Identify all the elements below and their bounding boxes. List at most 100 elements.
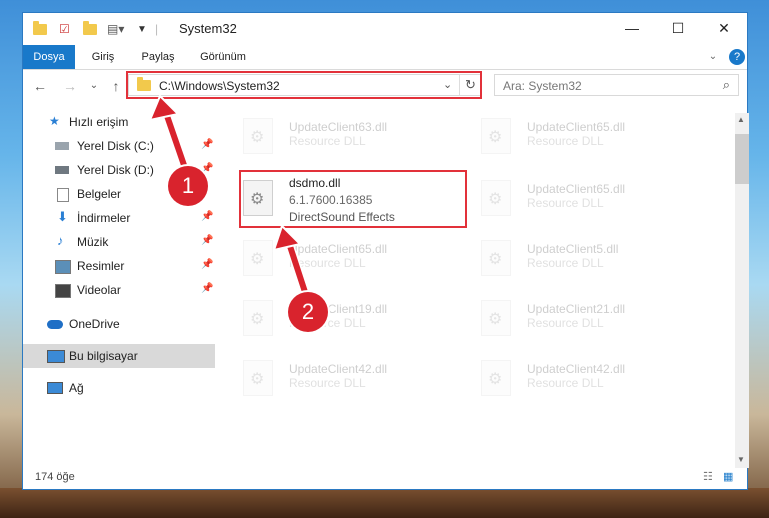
scroll-up-icon[interactable]: ▲ xyxy=(737,115,745,124)
list-item[interactable]: UpdateClient63.dll Resource DLL xyxy=(221,112,451,158)
star-icon: ★ xyxy=(49,114,60,128)
sidebar-item-downloads[interactable]: ⬇ İndirmeler 📌 xyxy=(23,206,215,230)
video-icon xyxy=(55,284,71,298)
recent-locations-icon[interactable]: ⌄ xyxy=(85,77,103,95)
tab-file[interactable]: Dosya xyxy=(23,45,75,69)
back-arrow-icon[interactable]: ← xyxy=(31,77,49,95)
title-separator: | xyxy=(155,22,159,36)
window-title: System32 xyxy=(179,21,237,36)
pin-icon[interactable]: 📌 xyxy=(201,211,213,222)
sidebar-item-label: Yerel Disk (C:) xyxy=(77,139,154,153)
close-button[interactable]: ✕ xyxy=(701,13,747,43)
file-name: UpdateClient63.dll xyxy=(289,120,388,134)
file-highlight xyxy=(239,170,467,228)
pin-icon[interactable]: 📌 xyxy=(201,283,213,294)
cloud-icon xyxy=(47,320,63,329)
file-description: Resource DLL xyxy=(289,376,366,390)
list-item[interactable]: UpdateClient65.dll Resource DLL xyxy=(459,112,689,158)
ribbon-tabs: Dosya Giriş Paylaş Görünüm ⌄ ? xyxy=(23,45,747,70)
sidebar-item-onedrive[interactable]: OneDrive xyxy=(23,312,215,336)
file-description: Resource DLL xyxy=(527,376,604,390)
sidebar-item-pictures[interactable]: Resimler 📌 xyxy=(23,254,215,278)
sidebar-item-label: Yerel Disk (D:) xyxy=(77,163,154,177)
help-icon[interactable]: ? xyxy=(729,49,745,65)
pin-icon[interactable]: 📌 xyxy=(201,139,213,150)
desktop-background xyxy=(0,488,769,518)
list-item[interactable]: UpdateClient42.dll Resource DLL xyxy=(221,354,451,400)
file-description: Resource DLL xyxy=(527,196,604,210)
file-name: UpdateClient65.dll xyxy=(289,242,388,256)
sidebar-item-label: Müzik xyxy=(77,235,109,249)
customize-toolbar-icon[interactable]: ▤▾ xyxy=(107,21,124,37)
up-arrow-icon[interactable]: ↑ xyxy=(107,77,125,95)
pin-icon[interactable]: 📌 xyxy=(201,235,213,246)
sidebar-item-label: Videolar xyxy=(77,283,121,297)
maximize-button[interactable]: ☐ xyxy=(655,13,701,43)
large-icons-view-icon[interactable]: ▦ xyxy=(723,470,733,483)
file-description: Resource DLL xyxy=(527,256,604,270)
dll-file-icon xyxy=(481,360,511,396)
dll-file-icon xyxy=(243,300,273,336)
network-icon xyxy=(47,382,63,394)
dll-file-icon xyxy=(243,240,273,276)
list-item[interactable]: UpdateClient65.dll Resource DLL xyxy=(221,234,451,280)
file-name: UpdateClient65.dll xyxy=(527,182,626,196)
new-folder-icon[interactable] xyxy=(83,20,97,37)
sidebar-item-label: Resimler xyxy=(77,259,125,273)
dll-file-icon xyxy=(481,240,511,276)
sidebar-item-this-pc[interactable]: Bu bilgisayar xyxy=(23,344,215,368)
tab-home[interactable]: Giriş xyxy=(83,45,123,69)
sidebar-item-music[interactable]: ♪ Müzik 📌 xyxy=(23,230,215,254)
search-input[interactable]: Ara: System32 ⌕ xyxy=(494,74,739,96)
sidebar-item-label: OneDrive xyxy=(69,317,120,331)
dll-file-icon xyxy=(243,360,273,396)
properties-icon[interactable]: ☑ xyxy=(59,21,70,37)
minimize-button[interactable]: — xyxy=(609,13,655,43)
list-item[interactable]: UpdateClient65.dll Resource DLL xyxy=(459,174,689,220)
sidebar-item-label: Ağ xyxy=(69,381,84,395)
dll-file-icon xyxy=(481,180,511,216)
sidebar-item-label: İndirmeler xyxy=(77,211,131,225)
search-icon[interactable]: ⌕ xyxy=(723,77,730,93)
sidebar-item-local-disk-c[interactable]: Yerel Disk (C:) 📌 xyxy=(23,134,215,158)
status-bar: 174 öğe ☷ ▦ xyxy=(23,467,747,489)
dll-file-icon xyxy=(481,300,511,336)
list-item[interactable]: UpdateClient42.dll Resource DLL xyxy=(459,354,689,400)
dll-file-icon xyxy=(243,118,273,154)
drive-icon xyxy=(55,166,69,174)
list-item[interactable]: UpdateClient19.dll Resource DLL xyxy=(221,294,451,340)
computer-icon xyxy=(47,350,65,363)
list-item[interactable]: UpdateClient21.dll Resource DLL xyxy=(459,294,689,340)
scrollbar-thumb[interactable] xyxy=(735,134,749,184)
file-description: Resource DLL xyxy=(289,256,366,270)
chevron-down-icon[interactable]: ▼ xyxy=(137,21,147,37)
details-view-icon[interactable]: ☷ xyxy=(703,470,713,483)
sidebar-item-label: Bu bilgisayar xyxy=(69,349,138,363)
title-bar: ☑ ▤▾ ▼ | System32 — ☐ ✕ xyxy=(23,13,747,45)
sidebar-item-quick-access[interactable]: ★ Hızlı erişim xyxy=(23,110,215,134)
file-description: Resource DLL xyxy=(527,316,604,330)
scroll-down-icon[interactable]: ▼ xyxy=(737,455,745,464)
sidebar-item-label: Belgeler xyxy=(77,187,122,201)
file-name: UpdateClient42.dll xyxy=(527,362,626,376)
address-bar-highlight xyxy=(126,71,482,99)
folder-icon xyxy=(33,20,47,37)
expand-ribbon-icon[interactable]: ⌄ xyxy=(705,45,721,69)
file-description: Resource DLL xyxy=(527,134,604,148)
dll-file-icon xyxy=(481,118,511,154)
forward-arrow-icon[interactable]: → xyxy=(61,77,79,95)
pictures-icon xyxy=(55,260,71,274)
sidebar-item-network[interactable]: Ağ xyxy=(23,376,215,400)
file-name: UpdateClient5.dll xyxy=(527,242,619,256)
step-2-badge: 2 xyxy=(288,292,328,332)
download-icon: ⬇ xyxy=(57,209,68,224)
search-placeholder: Ara: System32 xyxy=(503,79,582,93)
sidebar-item-videos[interactable]: Videolar 📌 xyxy=(23,278,215,302)
documents-icon xyxy=(57,188,69,202)
tab-view[interactable]: Görünüm xyxy=(193,45,253,69)
list-item[interactable]: UpdateClient5.dll Resource DLL xyxy=(459,234,689,280)
navigation-pane: ★ Hızlı erişim Yerel Disk (C:) 📌 Yerel D… xyxy=(23,106,215,466)
item-count: 174 öğe xyxy=(35,471,75,483)
pin-icon[interactable]: 📌 xyxy=(201,259,213,270)
tab-share[interactable]: Paylaş xyxy=(133,45,183,69)
